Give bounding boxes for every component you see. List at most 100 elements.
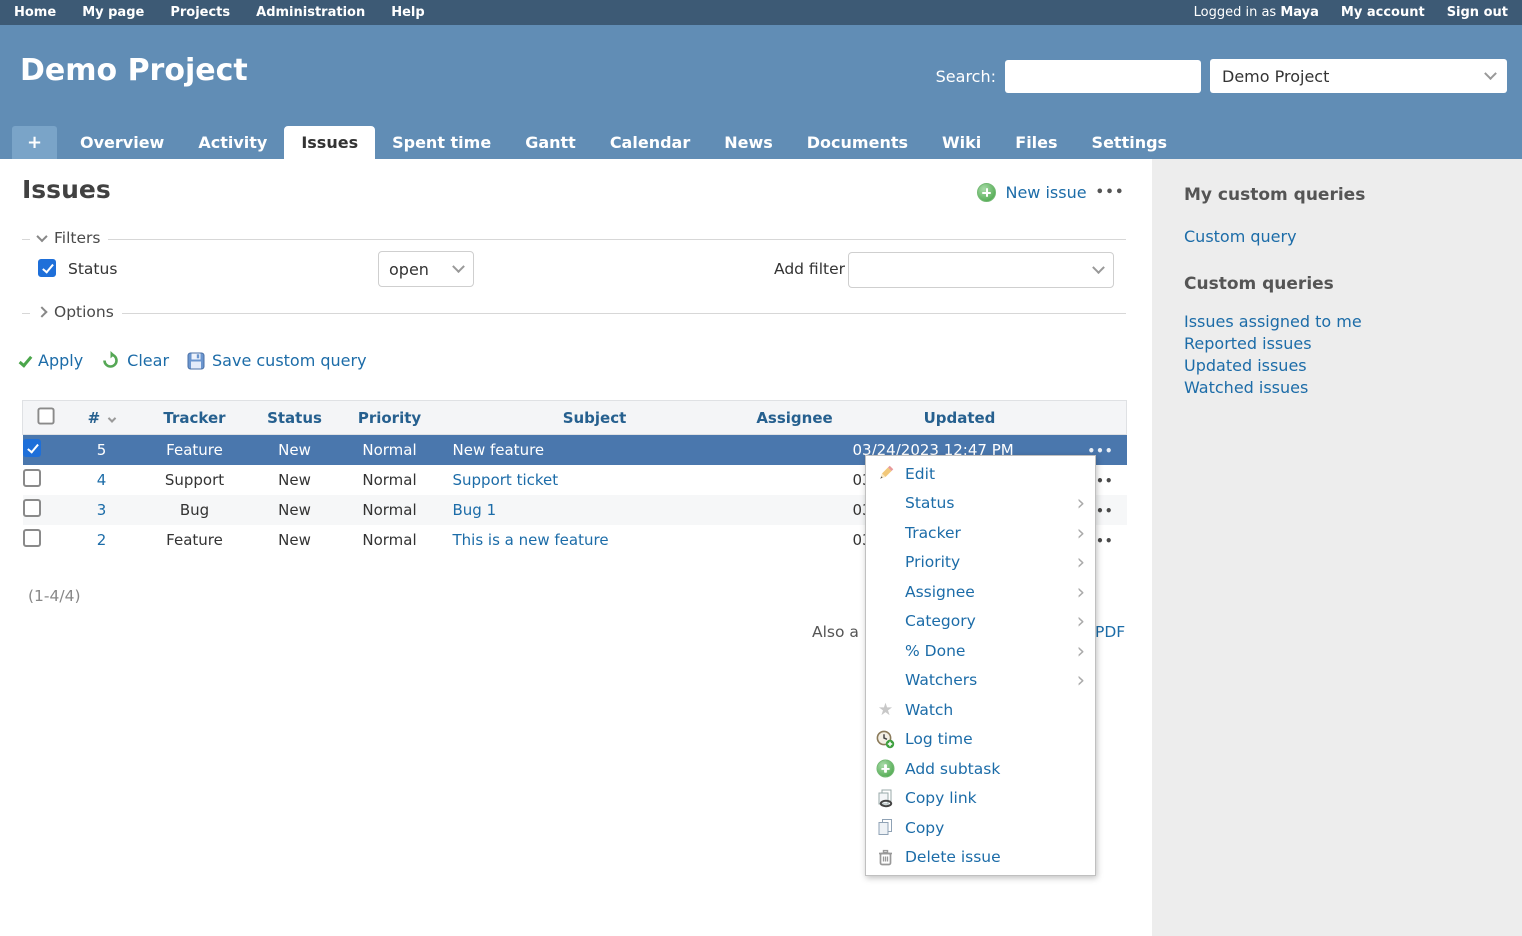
tab-files[interactable]: Files	[998, 126, 1074, 159]
context-menu-label: Status	[905, 494, 1077, 512]
context-menu-item-log-time[interactable]: Log time	[866, 725, 1095, 755]
context-menu-label: Priority	[905, 553, 1077, 571]
column-header-subject[interactable]: Subject	[445, 401, 745, 435]
column-header-status[interactable]: Status	[255, 401, 335, 435]
context-menu-item-edit[interactable]: Edit	[866, 459, 1095, 489]
issue-priority-cell: Normal	[335, 495, 445, 525]
submenu-arrow-icon: ›	[1077, 523, 1085, 543]
issue-status-cell: New	[255, 525, 335, 555]
sidebar-query-custom-query[interactable]: Custom query	[1184, 226, 1512, 248]
context-menu-item-assignee[interactable]: Assignee›	[866, 577, 1095, 607]
sort-desc-icon	[108, 414, 116, 422]
new-issue-button[interactable]: New issue	[1005, 183, 1086, 202]
tab-calendar[interactable]: Calendar	[593, 126, 707, 159]
tab-issues[interactable]: Issues	[284, 126, 375, 159]
tab-activity[interactable]: Activity	[181, 126, 284, 159]
context-menu-item-copy[interactable]: Copy	[866, 813, 1095, 843]
project-jump-select[interactable]: Demo Project	[1210, 59, 1507, 93]
issue-subject-link[interactable]: Bug 1	[453, 501, 497, 519]
chevron-down-icon	[452, 260, 465, 273]
select-all-checkbox[interactable]	[37, 407, 54, 424]
new-issue-plus-icon	[977, 183, 996, 202]
tab-settings[interactable]: Settings	[1075, 126, 1185, 159]
top-menu-help[interactable]: Help	[391, 5, 424, 20]
top-menu-administration[interactable]: Administration	[256, 5, 365, 20]
issue-id-link[interactable]: 5	[97, 441, 107, 459]
issue-subject-link[interactable]: New feature	[453, 441, 545, 459]
issue-id-link[interactable]: 2	[97, 531, 107, 549]
context-menu-label: Delete issue	[905, 848, 1085, 866]
context-menu-item-priority[interactable]: Priority›	[866, 548, 1095, 578]
search-input[interactable]	[1005, 60, 1201, 93]
context-menu-item-category[interactable]: Category›	[866, 607, 1095, 637]
context-menu-label: Add subtask	[905, 760, 1085, 778]
add-tab-button[interactable]: +	[12, 126, 57, 159]
context-menu-item-watch[interactable]: ★Watch	[866, 695, 1095, 725]
row-checkbox[interactable]	[23, 439, 41, 457]
page-actions-button[interactable]: •••	[1096, 185, 1125, 200]
context-menu-label: Assignee	[905, 583, 1077, 601]
row-checkbox[interactable]	[23, 499, 41, 517]
submenu-arrow-icon: ›	[1077, 493, 1085, 513]
add-subtask-icon	[875, 759, 896, 778]
save-custom-query-button[interactable]: Save custom query	[187, 351, 367, 370]
column-header-priority[interactable]: Priority	[335, 401, 445, 435]
issue-id-link[interactable]: 3	[97, 501, 107, 519]
issue-assignee-cell	[745, 495, 845, 525]
tab-news[interactable]: News	[707, 126, 790, 159]
context-menu-item-status[interactable]: Status›	[866, 489, 1095, 519]
context-menu-item-watchers[interactable]: Watchers›	[866, 666, 1095, 696]
context-menu-item-add-subtask[interactable]: Add subtask	[866, 754, 1095, 784]
copy-link-icon	[875, 789, 896, 808]
row-checkbox[interactable]	[23, 469, 41, 487]
search-label: Search:	[936, 67, 996, 86]
issue-id-link[interactable]: 4	[97, 471, 107, 489]
top-menu-projects[interactable]: Projects	[170, 5, 230, 20]
row-checkbox[interactable]	[23, 529, 41, 547]
tab-spent-time[interactable]: Spent time	[375, 126, 508, 159]
options-toggle[interactable]: Options	[30, 303, 122, 321]
column-header-updated[interactable]: Updated	[845, 401, 1075, 435]
status-filter-checkbox[interactable]	[38, 259, 56, 277]
top-menu-my-page[interactable]: My page	[82, 5, 144, 20]
also-available-text: Also a	[812, 623, 859, 641]
sidebar-query-reported-issues[interactable]: Reported issues	[1184, 333, 1512, 355]
clear-button[interactable]: Clear	[101, 351, 169, 370]
issue-subject-link[interactable]: Support ticket	[453, 471, 559, 489]
context-menu-item-delete-issue[interactable]: Delete issue	[866, 843, 1095, 873]
page-title: Issues	[22, 175, 111, 204]
context-menu-label: Category	[905, 612, 1077, 630]
issue-subject-link[interactable]: This is a new feature	[453, 531, 609, 549]
context-menu-item--done[interactable]: % Done›	[866, 636, 1095, 666]
column-header-assignee[interactable]: Assignee	[745, 401, 845, 435]
issue-status-cell: New	[255, 465, 335, 495]
add-filter-select[interactable]	[848, 252, 1114, 288]
my-custom-queries-title: My custom queries	[1184, 185, 1512, 205]
tab-gantt[interactable]: Gantt	[508, 126, 593, 159]
log-time-icon	[875, 730, 896, 749]
issue-assignee-cell	[745, 525, 845, 555]
column-header-id[interactable]: #	[69, 401, 135, 435]
top-menu-home[interactable]: Home	[14, 5, 56, 20]
context-menu-item-copy-link[interactable]: Copy link	[866, 784, 1095, 814]
apply-button[interactable]: Apply	[22, 351, 83, 370]
issue-status-cell: New	[255, 495, 335, 525]
filters-divider	[22, 239, 1126, 240]
tab-documents[interactable]: Documents	[790, 126, 925, 159]
sidebar-query-issues-assigned-to-me[interactable]: Issues assigned to me	[1184, 311, 1512, 333]
tab-overview[interactable]: Overview	[63, 126, 181, 159]
issue-tracker-cell: Bug	[135, 495, 255, 525]
pdf-export-link[interactable]: PDF	[1095, 623, 1125, 641]
table-header-row: # Tracker Status Priority Subject Assign…	[23, 401, 1127, 435]
context-menu-label: Watchers	[905, 671, 1077, 689]
top-menu-sign-out[interactable]: Sign out	[1447, 5, 1508, 20]
sidebar-query-watched-issues[interactable]: Watched issues	[1184, 377, 1512, 399]
top-menu-my-account[interactable]: My account	[1341, 5, 1425, 20]
column-header-tracker[interactable]: Tracker	[135, 401, 255, 435]
context-menu-item-tracker[interactable]: Tracker›	[866, 518, 1095, 548]
status-operator-select[interactable]: open	[378, 251, 474, 287]
tab-wiki[interactable]: Wiki	[925, 126, 998, 159]
filters-toggle[interactable]: Filters	[30, 229, 108, 247]
logged-in-text: Logged in as Maya	[1194, 5, 1319, 20]
sidebar-query-updated-issues[interactable]: Updated issues	[1184, 355, 1512, 377]
